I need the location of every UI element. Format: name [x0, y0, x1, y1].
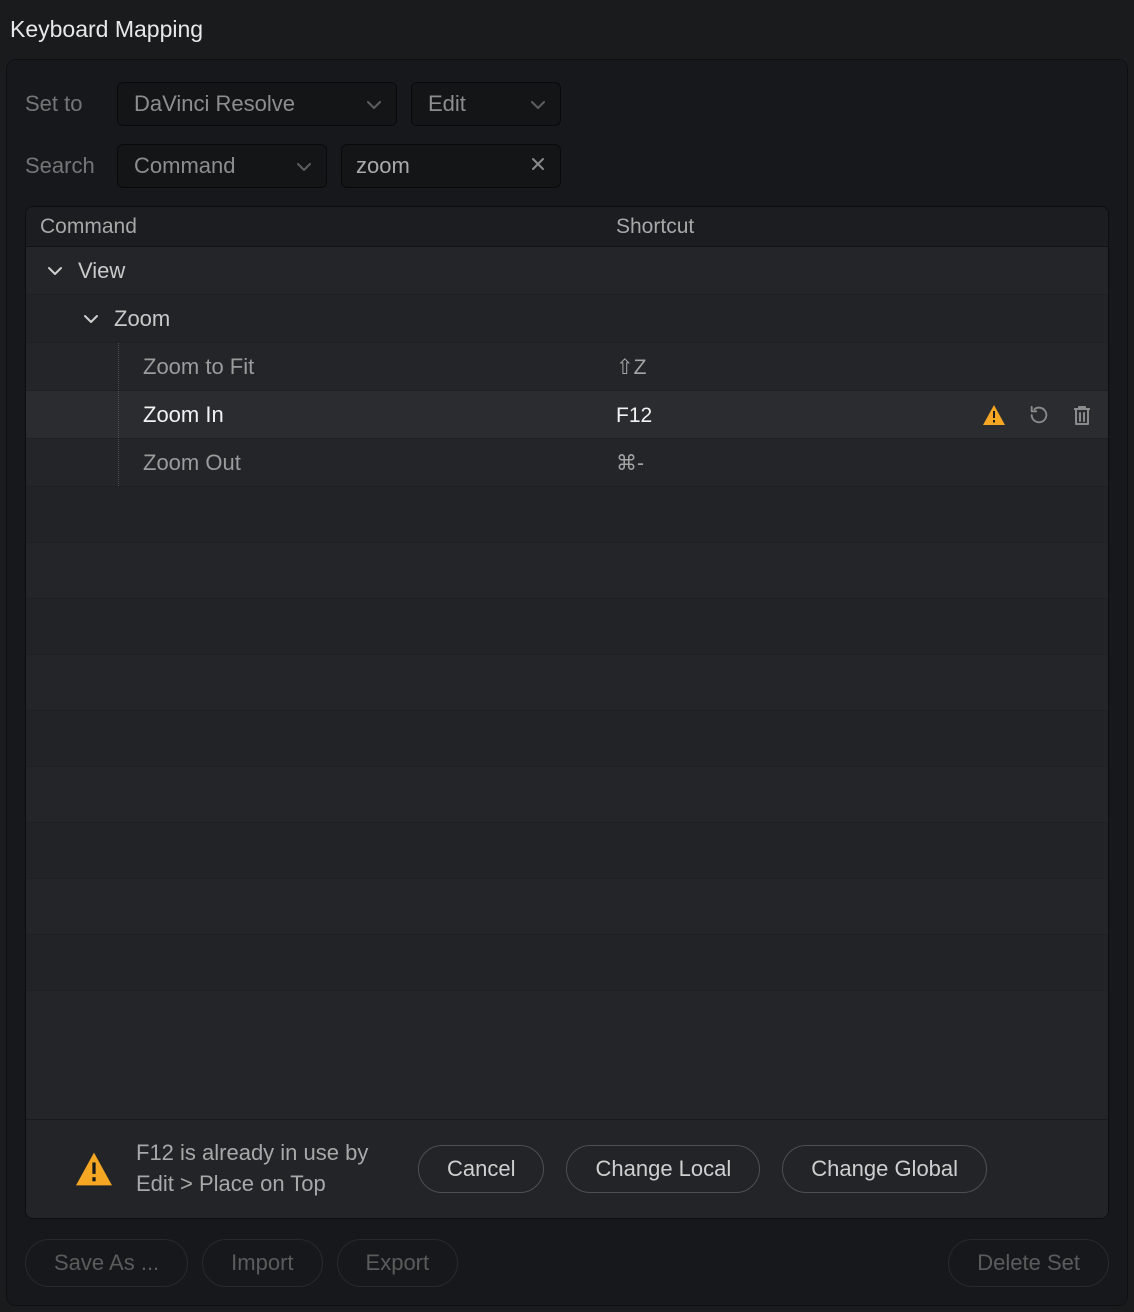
command-row-zoom-out[interactable]: Zoom Out ⌘- [26, 439, 1108, 487]
chevron-down-icon [82, 313, 100, 325]
tree-line-icon [118, 343, 119, 390]
command-row-zoom-to-fit[interactable]: Zoom to Fit ⇧Z [26, 343, 1108, 391]
search-input-wrapper [341, 144, 561, 188]
keyboard-mapping-panel: Set to DaVinci Resolve Edit Search Comma… [6, 59, 1128, 1306]
command-row-zoom-in[interactable]: Zoom In F12 [26, 391, 1108, 439]
tree-line-icon [118, 391, 119, 438]
empty-row [26, 711, 1108, 767]
set-to-row: Set to DaVinci Resolve Edit [25, 82, 1109, 126]
command-label: Zoom Out [143, 450, 241, 476]
search-row: Search Command [25, 144, 1109, 188]
table-body[interactable]: View Zoom [26, 247, 1108, 1119]
context-select[interactable]: Edit [411, 82, 561, 126]
delete-shortcut-button[interactable] [1072, 404, 1092, 426]
empty-row [26, 655, 1108, 711]
cancel-button[interactable]: Cancel [418, 1145, 544, 1193]
tree-group-view-label: View [78, 258, 125, 284]
chevron-down-icon [296, 153, 312, 179]
tree-group-zoom-label: Zoom [114, 306, 170, 332]
empty-row [26, 991, 1108, 1047]
tree-group-view[interactable]: View [26, 247, 1108, 295]
tree-group-zoom[interactable]: Zoom [26, 295, 1108, 343]
warning-icon [74, 1151, 114, 1187]
empty-row [26, 599, 1108, 655]
conflict-message: F12 is already in use by Edit > Place on… [136, 1138, 396, 1200]
clear-search-button[interactable] [526, 151, 550, 182]
warning-icon [982, 404, 1006, 426]
footer-bar: Save As ... Import Export Delete Set [25, 1219, 1109, 1287]
search-input[interactable] [356, 153, 526, 179]
save-as-button[interactable]: Save As ... [25, 1239, 188, 1287]
search-mode-select[interactable]: Command [117, 144, 327, 188]
empty-row [26, 767, 1108, 823]
chevron-down-icon [530, 91, 546, 117]
preset-value: DaVinci Resolve [134, 91, 295, 117]
window-title: Keyboard Mapping [6, 10, 1128, 59]
set-to-label: Set to [25, 91, 103, 117]
tree-line-icon [118, 439, 119, 486]
table-header: Command Shortcut [26, 207, 1108, 247]
preset-select[interactable]: DaVinci Resolve [117, 82, 397, 126]
conflict-bar: F12 is already in use by Edit > Place on… [26, 1119, 1108, 1218]
column-command: Command [26, 215, 616, 239]
change-local-button[interactable]: Change Local [566, 1145, 760, 1193]
empty-row [26, 823, 1108, 879]
empty-row [26, 543, 1108, 599]
empty-row [26, 935, 1108, 991]
chevron-down-icon [46, 265, 64, 277]
empty-row [26, 879, 1108, 935]
shortcut-table: Command Shortcut View [25, 206, 1109, 1219]
command-label: Zoom to Fit [143, 354, 254, 380]
empty-row [26, 487, 1108, 543]
search-mode-value: Command [134, 153, 235, 179]
change-global-button[interactable]: Change Global [782, 1145, 987, 1193]
shortcut-value: ⌘- [616, 452, 644, 475]
reset-shortcut-button[interactable] [1028, 404, 1050, 426]
context-value: Edit [428, 91, 466, 117]
shortcut-value: F12 [616, 404, 652, 427]
command-label: Zoom In [143, 402, 224, 428]
chevron-down-icon [366, 91, 382, 117]
search-label: Search [25, 153, 103, 179]
shortcut-value: ⇧Z [616, 356, 646, 379]
import-button[interactable]: Import [202, 1239, 322, 1287]
export-button[interactable]: Export [337, 1239, 459, 1287]
delete-set-button[interactable]: Delete Set [948, 1239, 1109, 1287]
column-shortcut: Shortcut [616, 215, 816, 239]
